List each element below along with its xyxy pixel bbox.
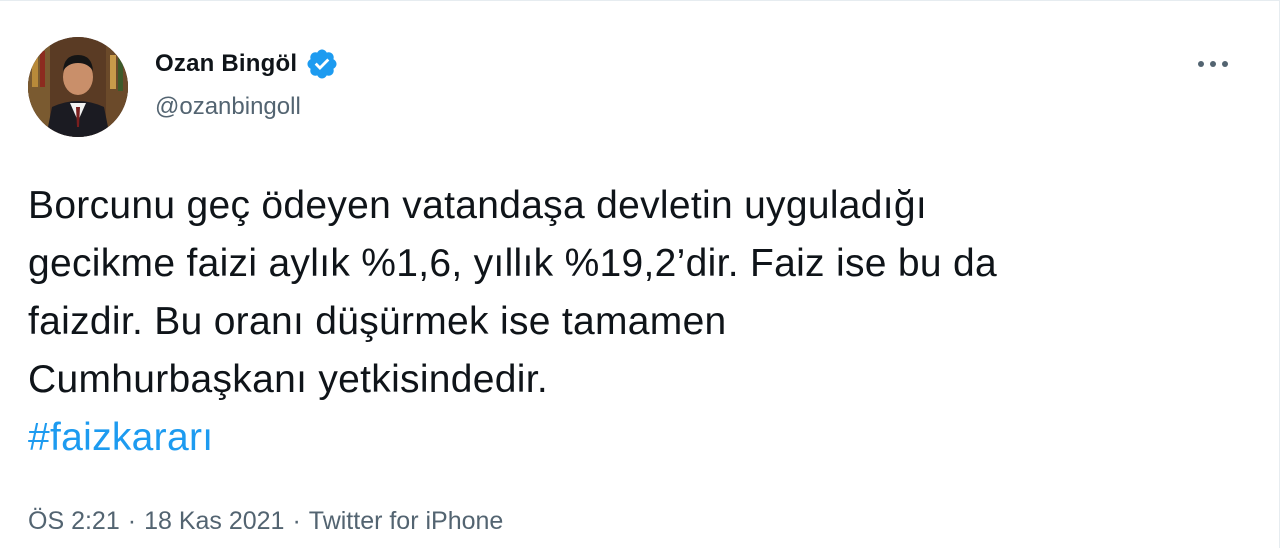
avatar-image [28,37,128,137]
hashtag-link[interactable]: #faizkararı [28,416,213,459]
meta-separator: · [292,507,301,535]
tweet-card: Ozan Bingöl @ozanbingoll Borcunu geç öde… [0,0,1280,548]
tweet-time[interactable]: ÖS 2:21 [28,507,120,536]
tweet-line: Cumhurbaşkanı yetkisindedir. [28,358,548,401]
author-handle[interactable]: @ozanbingoll [155,93,301,121]
avatar[interactable] [28,37,128,137]
tweet-line: faizdir. Bu oranı düşürmek ise tamamen [28,300,727,343]
tweet-source[interactable]: Twitter for iPhone [309,507,504,536]
tweet-date[interactable]: 18 Kas 2021 [144,507,284,536]
author-row: Ozan Bingöl [155,47,339,81]
more-options-icon[interactable] [1195,49,1231,79]
verified-badge-icon [305,47,339,81]
author-name[interactable]: Ozan Bingöl [155,50,297,78]
tweet-line: Borcunu geç ödeyen vatandaşa devletin uy… [28,184,928,227]
meta-separator: · [127,507,137,535]
tweet-meta: ÖS 2:21 · 18 Kas 2021 · Twitter for iPho… [28,507,503,536]
tweet-line: gecikme faizi aylık %1,6, yıllık %19,2’d… [28,242,997,285]
tweet-text: Borcunu geç ödeyen vatandaşa devletin uy… [28,177,1228,467]
